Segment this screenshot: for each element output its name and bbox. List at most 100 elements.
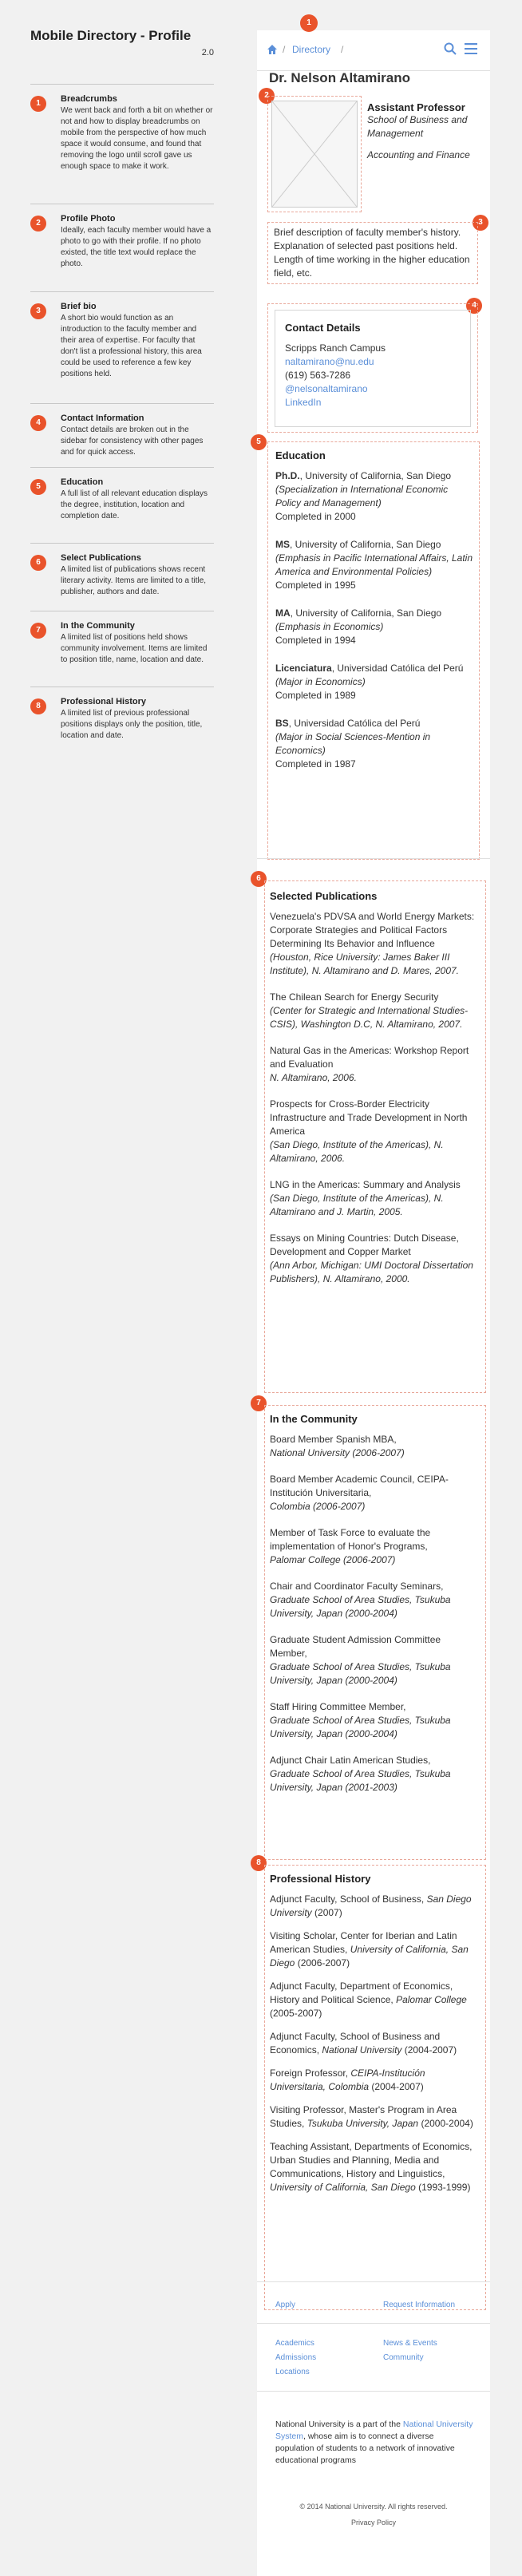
education-item: BS, Universidad Católica del Perú (Major … [275, 717, 475, 771]
divider [257, 2323, 490, 2324]
menu-icon[interactable] [465, 43, 477, 58]
footer-link-academics[interactable]: Academics [275, 2339, 314, 2348]
footer-link-admissions[interactable]: Admissions [275, 2353, 316, 2362]
profile-bio: Brief description of faculty member's hi… [274, 227, 470, 279]
request-info-link[interactable]: Request Information [383, 2301, 455, 2309]
history-section: Professional History Adjunct Faculty, Sc… [270, 1873, 479, 2204]
profile-school: School of Business and Management [367, 114, 468, 139]
footer-about-text: National University is a part of the [275, 2420, 403, 2429]
history-item: Foreign Professor, CEIPA-Institución Uni… [270, 2067, 479, 2094]
breadcrumb-directory[interactable]: Directory [292, 44, 330, 55]
community-organization: Graduate School of Area Studies, Tsukuba… [270, 1661, 451, 1686]
note-desc: We went back and forth a bit on whether … [61, 106, 213, 171]
community-item: Board Member Spanish MBA, National Univer… [270, 1433, 479, 1460]
note-number: 4 [30, 415, 46, 431]
note-brief-bio: 3 Brief bio A short bio would function a… [30, 291, 214, 380]
community-position: Board Member Spanish MBA, [270, 1434, 397, 1445]
community-position: Graduate Student Admission Committee Mem… [270, 1634, 441, 1659]
copyright: © 2014 National University. All rights r… [299, 2503, 448, 2511]
note-desc: A limited list of publications shows rec… [61, 565, 207, 596]
footer-about: National University is a part of the Nat… [275, 2419, 473, 2467]
profile-photo-placeholder [271, 101, 358, 208]
community-section: In the Community Board Member Spanish MB… [270, 1413, 479, 1807]
privacy-policy-link[interactable]: Privacy Policy [257, 2519, 490, 2527]
note-contact: 4 Contact Information Contact details ar… [30, 403, 214, 458]
note-community: 7 In the Community A limited list of pos… [30, 611, 214, 666]
divider [257, 2281, 490, 2282]
note-desc: A limited list of previous professional … [61, 709, 203, 740]
community-item: Member of Task Force to evaluate the imp… [270, 1526, 479, 1567]
divider [257, 858, 490, 859]
home-icon[interactable] [267, 44, 278, 59]
education-degree: MA [275, 607, 291, 619]
note-number: 5 [30, 479, 46, 495]
community-organization: Graduate School of Area Studies, Tsukuba… [270, 1768, 451, 1793]
education-degree: Licenciatura [275, 663, 332, 674]
contact-twitter-link[interactable]: @nelsonaltamirano [285, 382, 470, 396]
education-institution: , University of California, San Diego [290, 607, 442, 619]
education-institution: , University of California, San Diego [299, 470, 452, 481]
note-title: Breadcrumbs [61, 94, 117, 104]
contact-phone[interactable]: (619) 563-7286 [285, 369, 470, 382]
community-item: Chair and Coordinator Faculty Seminars, G… [270, 1580, 479, 1620]
publications-section: Selected Publications Venezuela's PDVSA … [270, 890, 479, 1299]
search-icon[interactable] [444, 42, 457, 59]
education-specialization: (Specialization in International Economi… [275, 484, 449, 508]
education-degree-line: MS, University of California, San Diego [275, 538, 475, 552]
note-desc: A limited list of positions held shows c… [61, 633, 208, 664]
contact-card: Contact Details Scripps Ranch Campus nal… [275, 310, 471, 427]
note-education: 5 Education A full list of all relevant … [30, 467, 214, 522]
education-specialization: (Emphasis in Pacific International Affai… [275, 552, 473, 577]
publications-heading: Selected Publications [270, 890, 378, 902]
contact-heading: Contact Details [285, 322, 361, 334]
community-position: Adjunct Chair Latin American Studies, [270, 1755, 431, 1766]
education-specialization: (Major in Economics) [275, 676, 366, 687]
note-desc: A short bio would function as an introdu… [61, 314, 202, 378]
history-item: Visiting Scholar, Center for Iberian and… [270, 1929, 479, 1970]
community-item: Graduate Student Admission Committee Mem… [270, 1633, 479, 1688]
history-heading: Professional History [270, 1873, 371, 1885]
publication-source: (San Diego, Institute of the Americas), … [270, 1193, 444, 1217]
education-completed: Completed in 1994 [275, 635, 356, 646]
publication-source: (Houston, Rice University: James Baker I… [270, 952, 459, 976]
community-position: Member of Task Force to evaluate the imp… [270, 1527, 431, 1552]
footer-link-locations[interactable]: Locations [275, 2368, 310, 2376]
publication-item: Natural Gas in the Americas: Workshop Re… [270, 1044, 479, 1085]
publication-source: N. Altamirano, 2006. [270, 1072, 357, 1083]
footer-link-community[interactable]: Community [383, 2353, 424, 2362]
contact-email-link[interactable]: naltamirano@nu.edu [285, 355, 470, 369]
publication-title: The Chilean Search for Energy Security [270, 991, 439, 1003]
contact-linkedin-link[interactable]: LinkedIn [285, 396, 470, 410]
note-title: Profile Photo [61, 214, 116, 224]
note-number: 7 [30, 623, 46, 639]
publication-source: (Center for Strategic and International … [270, 1005, 469, 1030]
note-number: 8 [30, 698, 46, 714]
education-specialization: (Emphasis in Economics) [275, 621, 384, 632]
publication-source: (San Diego, Institute of the Americas), … [270, 1139, 444, 1164]
community-item: Adjunct Chair Latin American Studies, Gra… [270, 1754, 479, 1794]
history-item: Adjunct Faculty, School of Business and … [270, 2030, 479, 2057]
history-organization: Palomar College [396, 1994, 467, 2005]
history-organization: University of California, San Diego [270, 2182, 416, 2193]
publication-source: (Ann Arbor, Michigan: UMI Doctoral Disse… [270, 1260, 473, 1284]
education-item: MS, University of California, San Diego(… [275, 538, 475, 592]
publication-item: Prospects for Cross-Border Electricity I… [270, 1098, 479, 1165]
marker-5: 5 [251, 433, 267, 450]
publication-title: Venezuela's PDVSA and World Energy Marke… [270, 911, 475, 949]
history-years: (2006-2007) [297, 1957, 350, 1969]
history-item: Visiting Professor, Master's Program in … [270, 2103, 479, 2131]
education-specialization: (Major in Social Sciences-Mention in Eco… [275, 731, 431, 756]
education-degree-line: Ph.D., University of California, San Die… [275, 469, 475, 483]
note-number: 1 [30, 96, 46, 112]
note-title: Professional History [61, 697, 146, 706]
footer-link-news-events[interactable]: News & Events [383, 2339, 437, 2348]
history-years: (2005-2007) [270, 2008, 322, 2019]
education-institution: , Universidad Católica del Perú [288, 718, 421, 729]
note-number: 2 [30, 216, 46, 231]
apply-link[interactable]: Apply [275, 2301, 295, 2309]
education-degree: BS [275, 718, 289, 729]
note-publications: 6 Select Publications A limited list of … [30, 543, 214, 598]
publication-item: Venezuela's PDVSA and World Energy Marke… [270, 910, 479, 978]
education-item: Licenciatura, Universidad Católica del P… [275, 662, 475, 702]
publication-item: Essays on Mining Countries: Dutch Diseas… [270, 1232, 479, 1286]
